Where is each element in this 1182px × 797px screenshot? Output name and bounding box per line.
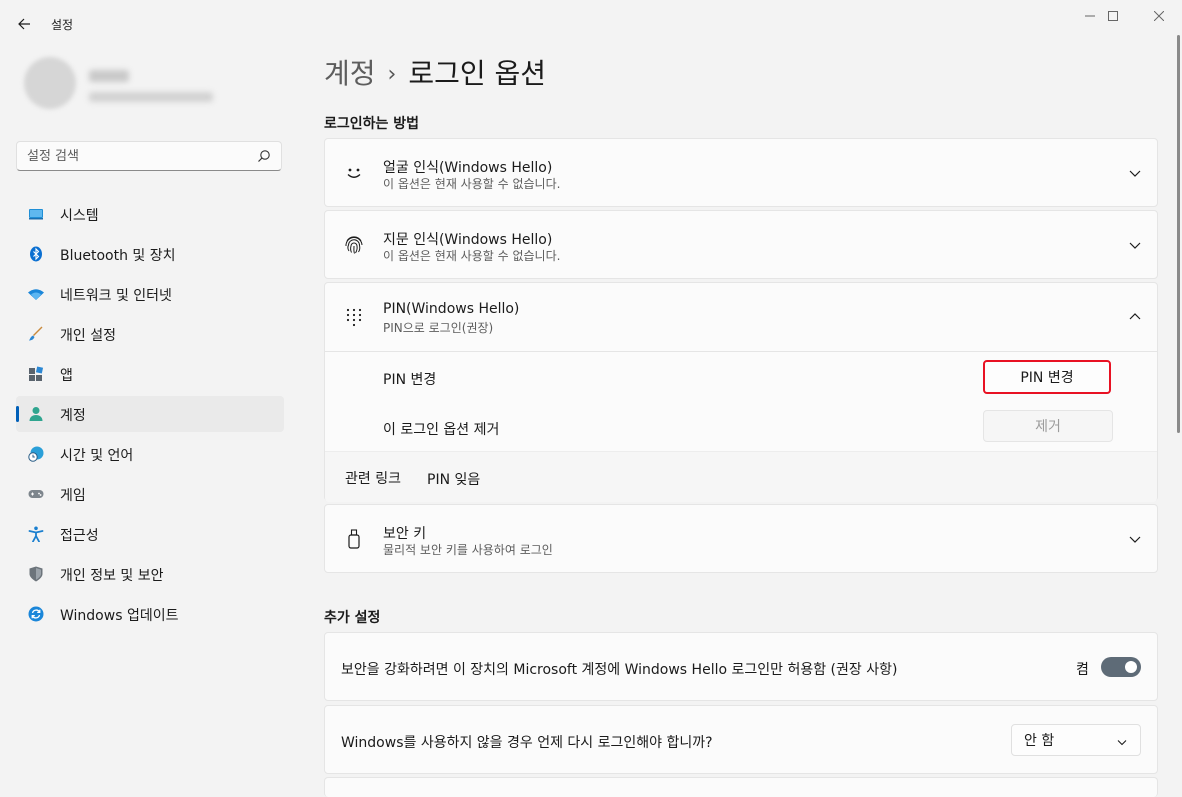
security-key-title: 보안 키 bbox=[383, 526, 427, 542]
pin-title: PIN(Windows Hello) bbox=[383, 301, 520, 317]
require-signin-dropdown[interactable]: 안 함 bbox=[1011, 724, 1141, 756]
require-signin-label: Windows를 사용하지 않을 경우 언제 다시 로그인해야 합니까? bbox=[341, 735, 713, 751]
toggle-knob bbox=[1125, 661, 1137, 673]
selection-indicator bbox=[16, 406, 19, 422]
sidebar-item-label: 앱 bbox=[60, 368, 73, 384]
related-links-label: 관련 링크 bbox=[345, 471, 401, 487]
back-arrow-icon bbox=[18, 18, 30, 30]
hello-only-label: 보안을 강화하려면 이 장치의 Microsoft 계정에 Windows He… bbox=[341, 662, 898, 678]
fingerprint-card[interactable]: 지문 인식(Windows Hello) 이 옵션은 현재 사용할 수 없습니다… bbox=[324, 210, 1158, 279]
security-key-card[interactable]: 보안 키 물리적 보안 키를 사용하여 로그인 bbox=[324, 504, 1158, 573]
sidebar-item-bluetooth[interactable]: Bluetooth 및 장치 bbox=[16, 236, 284, 272]
hello-only-card: 보안을 강화하려면 이 장치의 Microsoft 계정에 Windows He… bbox=[324, 632, 1158, 701]
profile-name-redacted bbox=[89, 70, 129, 82]
pin-change-button[interactable]: PIN 변경 bbox=[983, 360, 1111, 394]
signin-section-heading: 로그인하는 방법 bbox=[324, 116, 420, 132]
shield-icon bbox=[29, 566, 43, 582]
breadcrumb: 계정 › 로그인 옵션 bbox=[324, 52, 546, 92]
smiley-face-icon bbox=[347, 168, 361, 178]
sidebar-item-windows-update[interactable]: Windows 업데이트 bbox=[16, 596, 284, 632]
close-icon bbox=[1154, 11, 1164, 21]
profile-email-redacted bbox=[89, 92, 213, 102]
next-setting-card-partial bbox=[324, 777, 1158, 797]
hello-only-toggle[interactable] bbox=[1101, 657, 1141, 677]
sidebar-item-label: 개인 정보 및 보안 bbox=[60, 568, 164, 584]
pin-remove-label: 이 로그인 옵션 제거 bbox=[383, 422, 500, 438]
close-button[interactable] bbox=[1136, 0, 1182, 32]
sidebar-item-label: 개인 설정 bbox=[60, 328, 116, 344]
additional-section-heading: 추가 설정 bbox=[324, 610, 381, 626]
sidebar-item-label: 시스템 bbox=[60, 208, 99, 224]
face-recognition-subtitle: 이 옵션은 현재 사용할 수 없습니다. bbox=[383, 177, 561, 191]
sidebar-item-privacy[interactable]: 개인 정보 및 보안 bbox=[16, 556, 284, 592]
gamepad-icon bbox=[28, 490, 44, 498]
wifi-icon bbox=[28, 289, 44, 300]
chevron-down-icon[interactable] bbox=[1127, 531, 1143, 547]
pin-card: PIN(Windows Hello) PIN으로 로그인(권장) PIN 변경 … bbox=[324, 282, 1158, 502]
require-signin-card: Windows를 사용하지 않을 경우 언제 다시 로그인해야 합니까? 안 함 bbox=[324, 705, 1158, 774]
search-icon[interactable] bbox=[257, 149, 271, 163]
sidebar-item-label: 계정 bbox=[60, 408, 86, 424]
forgot-pin-link[interactable]: PIN 잊음 bbox=[427, 469, 480, 489]
account-icon bbox=[29, 407, 43, 421]
maximize-button[interactable] bbox=[1090, 0, 1136, 32]
sidebar-item-network[interactable]: 네트워크 및 인터넷 bbox=[16, 276, 284, 312]
sidebar-item-label: Bluetooth 및 장치 bbox=[60, 248, 176, 264]
pin-change-label: PIN 변경 bbox=[383, 372, 437, 388]
sidebar-item-accessibility[interactable]: 접근성 bbox=[16, 516, 284, 552]
sidebar-item-apps[interactable]: 앱 bbox=[16, 356, 284, 392]
sidebar-item-label: 접근성 bbox=[60, 528, 99, 544]
face-recognition-card[interactable]: 얼굴 인식(Windows Hello) 이 옵션은 현재 사용할 수 없습니다… bbox=[324, 138, 1158, 207]
pin-subtitle: PIN으로 로그인(권장) bbox=[383, 321, 494, 335]
breadcrumb-separator: › bbox=[387, 62, 397, 87]
sidebar-item-label: 게임 bbox=[60, 488, 86, 504]
toggle-state-label: 켬 bbox=[1076, 662, 1089, 678]
usb-key-icon bbox=[348, 529, 360, 549]
breadcrumb-parent[interactable]: 계정 bbox=[324, 57, 376, 90]
avatar[interactable] bbox=[24, 57, 76, 109]
sidebar-item-system[interactable]: 시스템 bbox=[16, 196, 284, 232]
apps-icon bbox=[29, 366, 44, 381]
related-links-row: 관련 링크 PIN 잊음 bbox=[325, 451, 1157, 502]
search-input[interactable] bbox=[27, 147, 247, 165]
globe-clock-icon bbox=[28, 446, 44, 462]
sidebar-item-personalization[interactable]: 개인 설정 bbox=[16, 316, 284, 352]
back-button[interactable] bbox=[8, 8, 40, 40]
update-icon bbox=[28, 606, 44, 622]
chevron-down-icon[interactable] bbox=[1127, 237, 1143, 253]
maximize-icon bbox=[1108, 11, 1118, 21]
pin-remove-button[interactable]: 제거 bbox=[983, 410, 1113, 442]
chevron-up-icon[interactable] bbox=[1127, 309, 1143, 325]
security-key-subtitle: 물리적 보안 키를 사용하여 로그인 bbox=[383, 543, 553, 557]
chevron-down-icon[interactable] bbox=[1127, 165, 1143, 181]
brush-icon bbox=[29, 326, 43, 341]
fingerprint-title: 지문 인식(Windows Hello) bbox=[383, 232, 553, 248]
fingerprint-icon bbox=[345, 236, 363, 254]
system-icon bbox=[29, 209, 43, 220]
sidebar-item-gaming[interactable]: 게임 bbox=[16, 476, 284, 512]
sidebar-item-label: 네트워크 및 인터넷 bbox=[60, 288, 172, 304]
chevron-down-icon bbox=[1117, 740, 1127, 746]
pin-card-header[interactable]: PIN(Windows Hello) PIN으로 로그인(권장) bbox=[325, 283, 1157, 352]
accessibility-icon bbox=[28, 526, 44, 542]
app-title: 설정 bbox=[51, 18, 74, 32]
sidebar-item-label: 시간 및 언어 bbox=[60, 448, 134, 464]
page-title: 로그인 옵션 bbox=[408, 57, 547, 90]
face-recognition-title: 얼굴 인식(Windows Hello) bbox=[383, 160, 553, 176]
fingerprint-subtitle: 이 옵션은 현재 사용할 수 없습니다. bbox=[383, 249, 561, 263]
sidebar-item-time-language[interactable]: 시간 및 언어 bbox=[16, 436, 284, 472]
sidebar-item-label: Windows 업데이트 bbox=[60, 608, 179, 624]
bluetooth-icon bbox=[30, 246, 42, 262]
pin-keypad-icon bbox=[346, 308, 362, 327]
search-box[interactable] bbox=[16, 141, 282, 171]
scrollbar[interactable] bbox=[1177, 35, 1180, 433]
dropdown-selected-value: 안 함 bbox=[1024, 733, 1055, 749]
sidebar-item-accounts[interactable]: 계정 bbox=[16, 396, 284, 432]
